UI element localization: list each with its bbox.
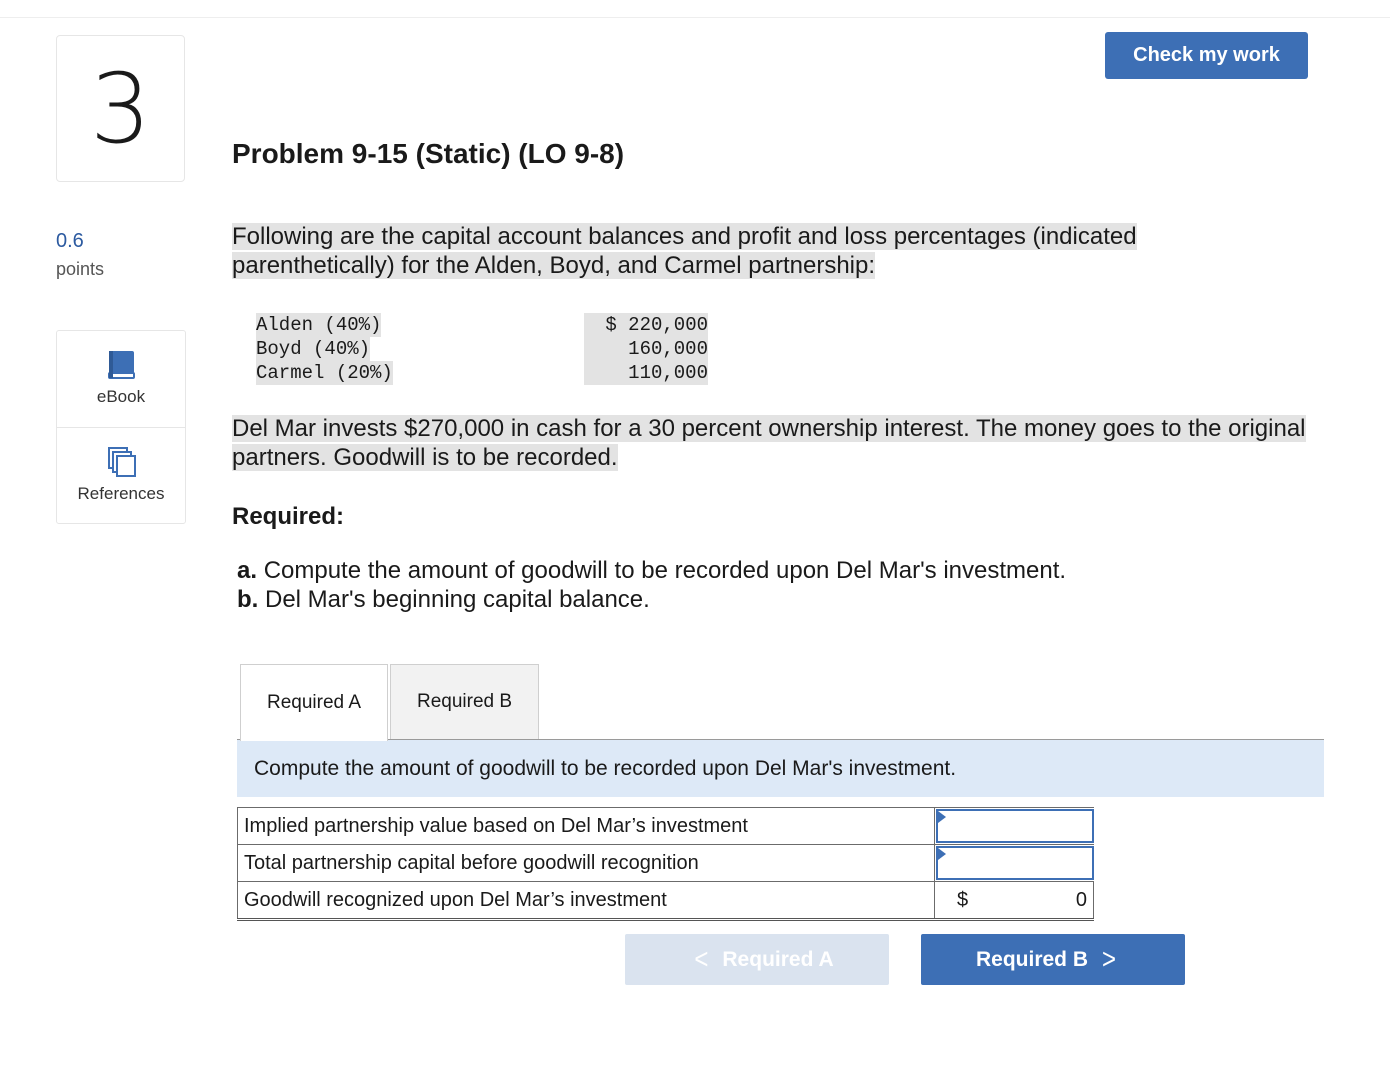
answer-table: Implied partnership value based on Del M…: [237, 807, 1094, 921]
tools-panel: eBook References: [56, 330, 186, 524]
chevron-right-icon: >: [1102, 942, 1117, 976]
question-number: 3: [56, 35, 185, 182]
next-label: Required B: [975, 947, 1088, 971]
account-value-carmel: 110,000: [584, 361, 708, 385]
total-capital-input[interactable]: [936, 846, 1094, 880]
requirement-a: a. Compute the amount of goodwill to be …: [237, 556, 1066, 585]
points-label: points: [56, 259, 105, 279]
requirements-list: a. Compute the amount of goodwill to be …: [237, 556, 1066, 614]
next-required-b-button[interactable]: Required B >: [921, 934, 1185, 985]
problem-title: Problem 9-15 (Static) (LO 9-8): [232, 138, 625, 169]
check-my-work-button[interactable]: Check my work: [1105, 32, 1308, 79]
goodwill-value: 0: [1075, 888, 1087, 911]
account-value-alden: $ 220,000: [584, 313, 708, 337]
implied-value-input[interactable]: [936, 809, 1094, 843]
prev-required-a-button[interactable]: < Required A: [625, 934, 889, 985]
problem-scenario: Del Mar invests $270,000 in cash for a 3…: [232, 414, 1322, 472]
required-heading: Required:: [232, 503, 345, 530]
account-name-alden: Alden (40%): [256, 313, 382, 337]
answer-cell: [934, 844, 1094, 882]
problem-scenario-text: Del Mar invests $270,000 in cash for a 3…: [232, 415, 1306, 471]
answer-cell: [934, 807, 1094, 845]
references-button[interactable]: References: [57, 428, 185, 524]
row-label: Implied partnership value based on Del M…: [237, 807, 935, 845]
tab-required-a[interactable]: Required A: [240, 664, 388, 741]
flag-icon: [938, 848, 946, 860]
references-label: References: [77, 484, 165, 503]
row-label: Goodwill recognized upon Del Mar’s inves…: [237, 881, 935, 921]
currency-symbol: $: [957, 888, 969, 911]
book-icon: [107, 349, 137, 381]
problem-intro: Following are the capital account balanc…: [232, 222, 1212, 280]
account-value-boyd: 160,000: [584, 337, 708, 361]
requirement-b-letter: b.: [237, 586, 259, 613]
problem-intro-text: Following are the capital account balanc…: [232, 223, 1137, 279]
answer-cell: $ 0: [934, 881, 1094, 921]
table-row: Total partnership capital before goodwil…: [237, 844, 1094, 882]
row-label: Total partnership capital before goodwil…: [237, 844, 935, 882]
account-name-carmel: Carmel (20%): [256, 361, 393, 385]
table-row: Goodwill recognized upon Del Mar’s inves…: [237, 881, 1094, 921]
top-divider: [0, 17, 1390, 18]
account-name-boyd: Boyd (40%): [256, 337, 371, 361]
instruction-banner: Compute the amount of goodwill to be rec…: [237, 740, 1324, 797]
table-row: Implied partnership value based on Del M…: [237, 807, 1094, 845]
points-value: 0.6: [56, 230, 84, 252]
chevron-left-icon: <: [694, 942, 709, 976]
flag-icon: [938, 811, 946, 823]
goodwill-result: $ 0: [935, 882, 1093, 918]
ebook-label: eBook: [96, 387, 146, 406]
copy-icon: [107, 446, 137, 478]
tab-required-b[interactable]: Required B: [390, 664, 539, 740]
requirement-b-text: Del Mar's beginning capital balance.: [265, 586, 650, 613]
requirement-a-letter: a.: [237, 557, 258, 584]
requirement-a-text: Compute the amount of goodwill to be rec…: [263, 557, 1067, 584]
prev-label: Required A: [722, 947, 834, 971]
requirement-b: b. Del Mar's beginning capital balance.: [237, 585, 1066, 614]
ebook-button[interactable]: eBook: [57, 331, 185, 428]
